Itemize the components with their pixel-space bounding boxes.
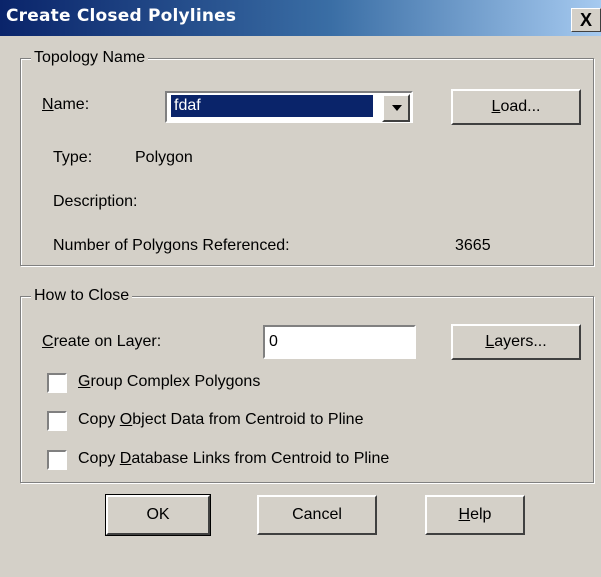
description-label: Description: [53, 193, 138, 210]
name-combobox[interactable]: fdaf [165, 91, 413, 123]
name-label: Name: [42, 96, 90, 113]
copy-object-data-label[interactable]: Copy Object Data from Centroid to Pline [78, 410, 363, 430]
layer-input-frame [263, 325, 416, 359]
name-combobox-value: fdaf [171, 95, 373, 117]
group-complex-polygons-checkbox[interactable] [47, 373, 67, 393]
copy-object-data-checkbox[interactable] [47, 411, 67, 431]
dropdown-arrow-glyph [392, 105, 402, 111]
polygons-referenced-label: Number of Polygons Referenced: [53, 237, 290, 254]
copy-database-links-checkbox[interactable] [47, 450, 67, 470]
layers-button[interactable]: Layers... [451, 324, 581, 360]
create-closed-polylines-dialog: Create Closed Polylines X Topology Name … [0, 0, 601, 577]
window-title: Create Closed Polylines [6, 6, 237, 26]
how-to-close-legend: How to Close [31, 286, 133, 306]
close-icon[interactable]: X [571, 8, 601, 32]
group-complex-polygons-label[interactable]: Group Complex Polygons [78, 372, 260, 392]
title-bar[interactable]: Create Closed Polylines X [0, 0, 601, 36]
topology-name-legend: Topology Name [31, 48, 149, 68]
chevron-down-icon[interactable] [382, 94, 410, 122]
layer-input[interactable] [269, 329, 409, 355]
create-on-layer-label: Create on Layer: [42, 333, 162, 350]
type-value: Polygon [135, 149, 193, 166]
type-label: Type: [53, 149, 93, 166]
cancel-button[interactable]: Cancel [257, 495, 377, 535]
load-button[interactable]: Load... [451, 89, 581, 125]
ok-button[interactable]: OK [105, 494, 211, 536]
help-button[interactable]: Help [425, 495, 525, 535]
copy-database-links-label[interactable]: Copy Database Links from Centroid to Pli… [78, 449, 389, 469]
polygons-referenced-value: 3665 [455, 237, 491, 254]
